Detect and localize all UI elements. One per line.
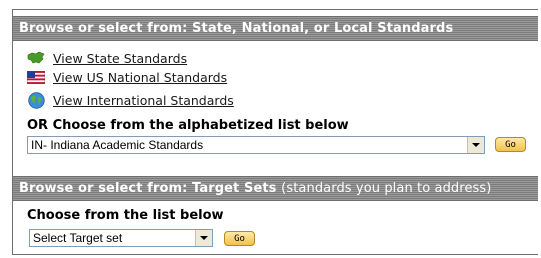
standards-select-value: IN- Indiana Academic Standards (31, 138, 204, 152)
target-set-select-value: Select Target set (33, 231, 123, 245)
view-international-standards-link[interactable]: View International Standards (53, 93, 234, 108)
go-button[interactable]: Go (495, 137, 526, 152)
divider (13, 200, 538, 201)
state-section-header: Browse or select from: State, National, … (13, 17, 538, 40)
view-state-standards-link[interactable]: View State Standards (53, 51, 187, 66)
target-section-title: Browse or select from: Target Sets (19, 181, 277, 196)
target-go-button[interactable]: Go (224, 231, 255, 246)
us-standards-link-row[interactable]: View US National Standards (27, 68, 227, 86)
chevron-down-icon[interactable] (467, 137, 484, 153)
state-standards-link-row[interactable]: View State Standards (27, 49, 187, 67)
target-section-note: (standards you plan to address) (281, 181, 492, 196)
alphabetized-list-heading: OR Choose from the alphabetized list bel… (27, 118, 349, 133)
us-flag-icon (27, 69, 45, 85)
globe-icon (27, 91, 45, 109)
target-section-header: Browse or select from: Target Sets (stan… (13, 177, 538, 200)
view-us-national-standards-link[interactable]: View US National Standards (53, 70, 227, 85)
chevron-down-icon[interactable] (195, 230, 212, 246)
international-standards-link-row[interactable]: View International Standards (27, 91, 234, 109)
standards-select[interactable]: IN- Indiana Academic Standards (27, 136, 485, 154)
state-section-title: Browse or select from: State, National, … (19, 21, 454, 36)
target-set-select[interactable]: Select Target set (29, 229, 213, 247)
map-icon (27, 50, 45, 66)
divider (13, 40, 538, 41)
target-list-heading: Choose from the list below (27, 208, 224, 223)
